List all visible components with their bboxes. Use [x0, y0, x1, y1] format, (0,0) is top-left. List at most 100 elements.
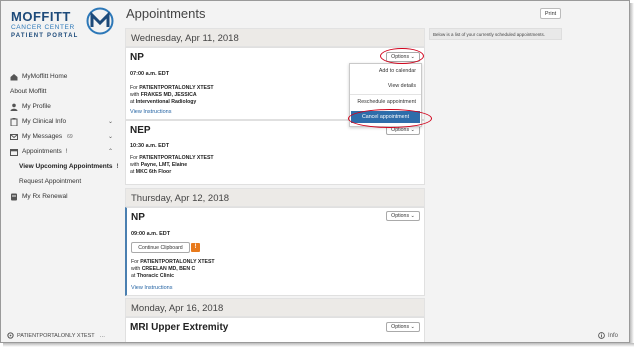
patient-name: PATIENTPORTALONLY XTEST: [139, 155, 214, 161]
appointment-time: 09:00 a.m. EDT: [131, 231, 171, 237]
logo-subtitle: CANCER CENTER: [11, 24, 75, 31]
clipboard-icon: [10, 117, 18, 126]
sidebar-item-rx-renewal[interactable]: My Rx Renewal: [1, 189, 119, 204]
main-content: Appointments Wednesday, Apr 11, 2018 NP …: [119, 1, 629, 342]
sidebar-item-label: Request Appointment: [19, 178, 82, 185]
for-label: For: [131, 259, 139, 265]
sidebar-item-appointments[interactable]: Appointments ! ⌃: [1, 144, 119, 159]
sidebar-item-view-upcoming[interactable]: View Upcoming Appointments !: [1, 159, 119, 174]
sidebar-item-label: MyMoffitt Home: [22, 73, 68, 80]
sidebar-item-label: About Moffitt: [10, 88, 47, 95]
location-name: Thoracic Clinic: [136, 273, 174, 279]
continue-clipboard-button[interactable]: Continue Clipboard: [131, 242, 190, 253]
chevron-down-icon[interactable]: ⌄: [108, 118, 113, 125]
sidebar-item-label: My Messages: [22, 133, 63, 140]
chevron-up-icon[interactable]: ⌃: [108, 148, 113, 155]
location-name: MKC 6th Floor: [135, 169, 172, 175]
sidebar-item-label: My Rx Renewal: [22, 193, 68, 200]
appointment-patient: For PATIENTPORTALONLY XTEST: [130, 85, 214, 91]
clipboard-alert-icon: !: [191, 243, 200, 252]
sidebar: MOFFITT CANCER CENTER PATIENT PORTAL MyM…: [1, 1, 119, 342]
window-shadow-right: [630, 3, 634, 347]
appointment-card[interactable]: MRI Upper Extremity Options ⌄: [125, 317, 425, 342]
at-label: at: [130, 169, 135, 175]
settings-icon: [7, 332, 14, 339]
view-instructions-link[interactable]: View Instructions: [131, 285, 172, 291]
appointment-location: at Interventional Radiology: [130, 99, 196, 105]
with-label: with: [130, 92, 140, 98]
info-label: Info: [608, 332, 619, 339]
patient-name: PATIENTPORTALONLY XTEST: [140, 259, 215, 265]
page-title: Appointments: [126, 6, 206, 21]
sidebar-item-label: My Clinical Info: [22, 118, 67, 125]
info-icon: [598, 332, 605, 339]
appointment-card[interactable]: NP Options ⌄ 09:00 a.m. EDT Continue Cli…: [125, 207, 425, 296]
at-label: at: [131, 273, 136, 279]
sidebar-item-label: My Profile: [22, 103, 51, 110]
alert-indicator: !: [65, 148, 68, 155]
for-label: For: [130, 85, 138, 91]
options-button[interactable]: Options ⌄: [386, 322, 420, 332]
sidebar-item-about[interactable]: About Moffitt: [1, 84, 119, 99]
home-icon: [10, 73, 18, 80]
sidebar-item-clinical-info[interactable]: My Clinical Info ⌄: [1, 114, 119, 129]
highlight-ring-cancel: [348, 109, 432, 128]
appointment-title: NP: [130, 52, 144, 63]
app-window: MOFFITT CANCER CENTER PATIENT PORTAL MyM…: [0, 0, 630, 343]
provider-name: FRAKES MD, JESSICA: [140, 92, 197, 98]
sidebar-item-request-appointment[interactable]: Request Appointment: [1, 174, 119, 189]
sidebar-item-profile[interactable]: My Profile: [1, 99, 119, 114]
user-name: PATIENTPORTALONLY XTEST: [17, 332, 95, 339]
sidebar-item-messages[interactable]: My Messages 69 ⌄: [1, 129, 119, 144]
options-label: Options: [391, 324, 410, 330]
message-count-badge: 69: [67, 133, 73, 140]
print-button[interactable]: Print: [540, 8, 561, 19]
appointment-patient: For PATIENTPORTALONLY XTEST: [130, 155, 214, 161]
sidebar-item-label: Appointments: [22, 148, 62, 155]
chevron-down-icon[interactable]: ⌄: [108, 133, 113, 140]
moffitt-m-logo-icon: [86, 7, 114, 35]
calendar-icon: [10, 148, 18, 156]
appointment-title: NEP: [130, 125, 151, 136]
with-label: with: [130, 162, 140, 168]
user-icon: [10, 103, 18, 111]
sidebar-item-home[interactable]: MyMoffitt Home: [1, 69, 119, 84]
appointment-card[interactable]: NEP Options ⌄ 10:30 a.m. EDT For PATIENT…: [125, 120, 425, 185]
window-shadow-bottom: [3, 343, 634, 347]
options-label: Options: [391, 213, 410, 219]
at-label: at: [130, 99, 135, 105]
appointment-time: 07:00 a.m. EDT: [130, 71, 170, 77]
info-link[interactable]: Info: [598, 332, 618, 339]
view-instructions-link[interactable]: View Instructions: [130, 109, 171, 115]
patient-name: PATIENTPORTALONLY XTEST: [139, 85, 214, 91]
moffitt-logo[interactable]: MOFFITT CANCER CENTER PATIENT PORTAL: [11, 7, 116, 39]
envelope-icon: [10, 133, 18, 140]
date-header: Monday, Apr 16, 2018: [125, 298, 425, 317]
rx-icon: [11, 193, 17, 200]
logo-name: MOFFITT: [11, 9, 71, 24]
more-options-icon[interactable]: …: [100, 333, 106, 339]
appointment-location: at Thoracic Clinic: [131, 273, 174, 279]
with-label: with: [131, 266, 141, 272]
appointment-provider: with CREELAN MD, BEN C: [131, 266, 195, 272]
for-label: For: [130, 155, 138, 161]
location-name: Interventional Radiology: [135, 99, 197, 105]
logo-portal-label: PATIENT PORTAL: [11, 33, 79, 39]
appointment-patient: For PATIENTPORTALONLY XTEST: [131, 259, 215, 265]
sidebar-item-label: View Upcoming Appointments: [19, 163, 113, 170]
date-header: Thursday, Apr 12, 2018: [125, 188, 425, 207]
menu-item-reschedule[interactable]: Reschedule appointment: [350, 94, 421, 109]
highlight-ring-options: [380, 48, 424, 64]
info-panel: Below is a list of your currently schedu…: [429, 28, 562, 40]
appointment-provider: with Payne, LMT, Elaine: [130, 162, 187, 168]
appointment-provider: with FRAKES MD, JESSICA: [130, 92, 197, 98]
provider-name: CREELAN MD, BEN C: [141, 266, 196, 272]
date-header: Wednesday, Apr 11, 2018: [125, 28, 425, 47]
options-button[interactable]: Options ⌄: [386, 211, 420, 221]
sidebar-nav: MyMoffitt Home About Moffitt My Profile …: [1, 69, 119, 204]
user-menu[interactable]: PATIENTPORTALONLY XTEST …: [7, 332, 105, 339]
menu-item-view-details[interactable]: View details: [350, 79, 421, 94]
appointment-time: 10:30 a.m. EDT: [130, 143, 170, 149]
menu-item-add-to-calendar[interactable]: Add to calendar: [350, 64, 421, 79]
provider-name: Payne, LMT, Elaine: [140, 162, 188, 168]
